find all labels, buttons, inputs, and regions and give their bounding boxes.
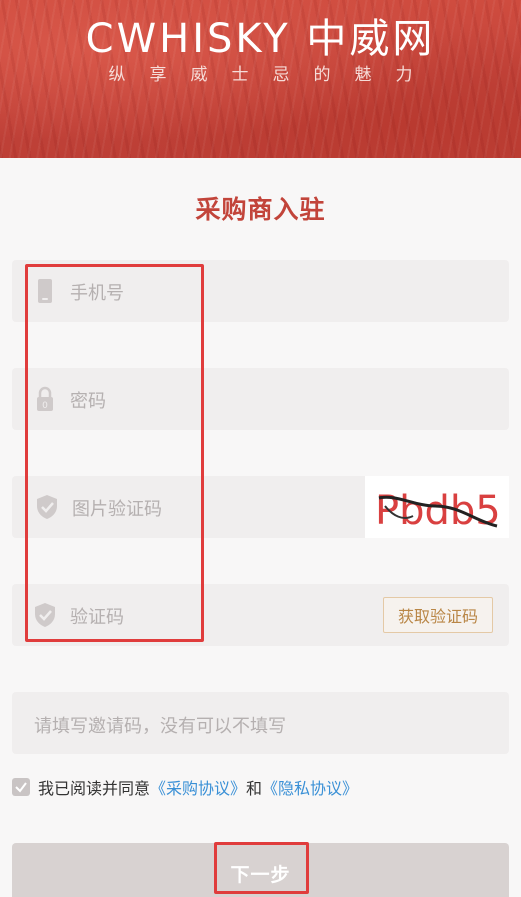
captcha-image[interactable]: Pbdb5 xyxy=(365,476,509,538)
logo: CWHISKY 中威网 xyxy=(85,16,436,62)
page-title: 采购商入驻 xyxy=(195,195,326,224)
purchase-agreement-link[interactable]: 《采购协议》 xyxy=(150,775,246,799)
check-icon xyxy=(15,782,27,793)
privacy-agreement-link[interactable]: 《隐私协议》 xyxy=(262,775,358,799)
get-code-button[interactable]: 获取验证码 xyxy=(383,597,493,633)
agreement-and: 和 xyxy=(246,779,263,798)
agreement-row: 我已阅读并同意 《采购协议》 和 《隐私协议》 xyxy=(12,776,358,798)
shield-icon xyxy=(35,603,55,627)
captcha-text: Pbdb5 xyxy=(375,488,501,534)
sms-code-field[interactable]: 验证码 获取验证码 xyxy=(12,584,509,646)
next-button[interactable]: 下一步 xyxy=(12,843,509,897)
phone-icon xyxy=(38,279,52,303)
captcha-graphic: Pbdb5 xyxy=(375,488,501,534)
shield-icon xyxy=(37,495,57,519)
invite-placeholder: 请填写邀请码，没有可以不填写 xyxy=(34,716,286,737)
sms-code-placeholder: 验证码 xyxy=(70,607,124,628)
phone-field[interactable]: 手机号 xyxy=(12,260,509,322)
password-placeholder: 密码 xyxy=(70,391,106,412)
agree-checkbox[interactable] xyxy=(12,778,30,796)
slogan: 纵享威士忌的魅力 xyxy=(108,65,437,85)
svg-text:0: 0 xyxy=(42,401,48,411)
agreement-prefix: 我已阅读并同意 xyxy=(38,779,151,798)
phone-placeholder: 手机号 xyxy=(70,283,124,304)
invite-code-field[interactable]: 请填写邀请码，没有可以不填写 xyxy=(12,692,509,754)
image-code-placeholder: 图片验证码 xyxy=(72,499,162,520)
header-banner: CWHISKY 中威网 纵享威士忌的魅力 xyxy=(0,0,521,158)
image-code-field[interactable]: 图片验证码 Pbdb5 xyxy=(12,476,509,538)
lock-icon: 0 xyxy=(37,386,53,411)
password-field[interactable]: 0 密码 xyxy=(12,368,509,430)
